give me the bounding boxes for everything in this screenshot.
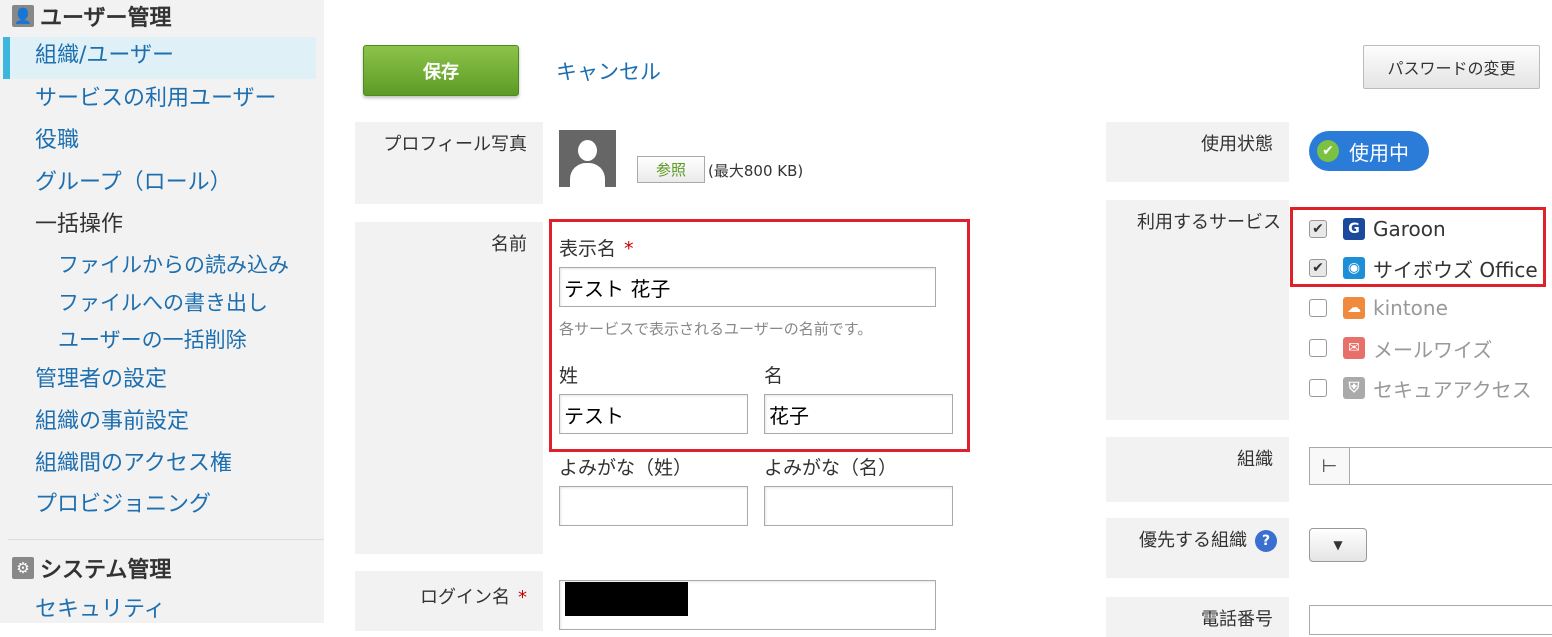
user-icon: 👤 [12, 5, 34, 27]
check-circle-icon: ✔ [1317, 140, 1339, 162]
nav-import-file[interactable]: ファイルからの読み込み [58, 250, 289, 280]
priority-org-label-cell: 優先する組織? [1106, 518, 1289, 578]
priority-org-label: 優先する組織 [1139, 530, 1247, 551]
org-tree-button[interactable]: ⊢ [1309, 447, 1350, 485]
phone-label-cell: 電話番号 [1106, 597, 1289, 637]
name-label: 名前 [491, 234, 527, 255]
nav-admin-settings[interactable]: 管理者の設定 [35, 365, 167, 395]
sidebar: 👤 ユーザー管理 組織/ユーザー サービスの利用ユーザー 役職 グループ（ロール… [0, 0, 324, 623]
change-password-button[interactable]: パスワードの変更 [1363, 45, 1540, 89]
status-label: 使用状態 [1201, 134, 1273, 155]
org-label: 組織 [1237, 449, 1273, 470]
org-label-cell: 組織 [1106, 437, 1289, 502]
nav-service-users[interactable]: サービスの利用ユーザー [35, 84, 277, 114]
status-label-cell: 使用状態 [1106, 122, 1289, 182]
login-name-label-cell: ログイン名 * [355, 571, 543, 631]
kintone-label: kintone [1373, 296, 1448, 320]
max-size-text: (最大800 KB) [708, 162, 804, 180]
nav-org-users[interactable]: 組織/ユーザー [35, 41, 174, 71]
cancel-link[interactable]: キャンセル [556, 56, 661, 86]
sidebar-divider [8, 539, 324, 540]
first-kana-input[interactable] [764, 486, 953, 526]
help-icon[interactable]: ? [1255, 530, 1277, 552]
mailwise-icon: ✉ [1343, 337, 1365, 359]
nav-security[interactable]: セキュリティ [35, 595, 166, 625]
phone-label: 電話番号 [1201, 609, 1273, 630]
last-kana-label: よみがな（姓） [559, 457, 693, 479]
name-label-cell: 名前 [355, 222, 543, 554]
system-management-title: システム管理 [40, 558, 172, 583]
status-value: 使用中 [1349, 140, 1409, 165]
user-management-header: 👤 ユーザー管理 [12, 1, 172, 31]
service-row-mailwise[interactable]: ✉ メールワイズ [1309, 333, 1492, 363]
nav-bulk-operations: 一括操作 [35, 212, 124, 237]
browse-button[interactable]: 参照 [637, 156, 705, 183]
gear-icon: ⚙ [12, 557, 34, 579]
nav-provisioning[interactable]: プロビジョニング [35, 490, 211, 520]
last-kana-input[interactable] [559, 486, 748, 526]
service-row-secure-access[interactable]: ⛨ セキュアアクセス [1309, 373, 1532, 403]
user-management-title: ユーザー管理 [40, 6, 172, 31]
redacted-login-name [565, 582, 688, 616]
nav-bulk-delete[interactable]: ユーザーの一括削除 [58, 325, 247, 355]
mailwise-checkbox[interactable] [1309, 339, 1327, 357]
nav-export-file[interactable]: ファイルへの書き出し [58, 288, 268, 318]
org-input[interactable] [1349, 447, 1552, 485]
secure-access-label: セキュアアクセス [1373, 377, 1532, 402]
nav-org-access[interactable]: 組織間のアクセス権 [35, 449, 232, 479]
highlight-box-services [1290, 207, 1546, 287]
profile-photo-label-cell: プロフィール写真 [355, 122, 543, 204]
kintone-checkbox[interactable] [1309, 299, 1327, 317]
kintone-icon: ☁ [1343, 297, 1365, 319]
phone-input[interactable] [1309, 605, 1552, 635]
login-name-label: ログイン名 [420, 587, 510, 608]
services-label-cell: 利用するサービス [1106, 200, 1289, 420]
status-badge[interactable]: ✔ 使用中 [1309, 131, 1429, 171]
system-management-header: ⚙ システム管理 [12, 553, 171, 583]
profile-photo-label: プロフィール写真 [383, 134, 527, 155]
save-button[interactable]: 保存 [363, 45, 519, 96]
avatar [559, 130, 616, 187]
priority-org-dropdown[interactable]: ▼ [1309, 528, 1367, 562]
first-kana-label: よみがな（名） [764, 457, 898, 479]
service-row-kintone[interactable]: ☁ kintone [1309, 293, 1448, 323]
secure-access-checkbox[interactable] [1309, 379, 1327, 397]
nav-groups[interactable]: グループ（ロール） [35, 168, 232, 198]
nav-org-presets[interactable]: 組織の事前設定 [35, 407, 189, 437]
highlight-box-name [549, 219, 970, 452]
nav-roles[interactable]: 役職 [35, 126, 79, 156]
secure-access-icon: ⛨ [1343, 377, 1365, 399]
mailwise-label: メールワイズ [1373, 337, 1493, 362]
services-label: 利用するサービス [1137, 212, 1281, 233]
